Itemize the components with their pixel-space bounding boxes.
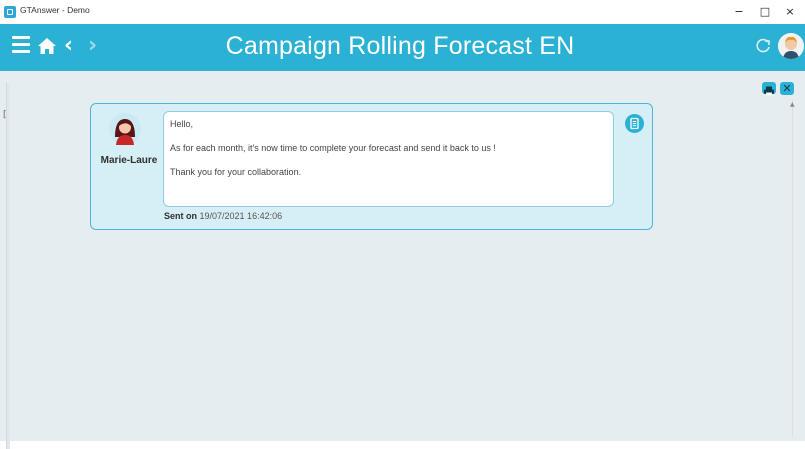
left-panel-mark: [: [3, 110, 7, 120]
refresh-icon[interactable]: [754, 37, 772, 55]
home-icon[interactable]: [37, 37, 57, 55]
main-content: [ ✕ ▲ Marie-Laure Hello, As for each mon…: [0, 71, 805, 449]
app-logo-icon: [4, 6, 16, 18]
window-titlebar: GTAnswer - Demo − □ ×: [0, 0, 805, 25]
back-icon[interactable]: ‹: [64, 33, 73, 59]
sender-name: Marie-Laure: [100, 155, 158, 166]
close-window-button[interactable]: ×: [775, 0, 805, 24]
left-panel-edge: [6, 83, 10, 449]
window-title: GTAnswer - Demo: [20, 5, 90, 15]
sent-date: 19/07/2021 16:42:06: [199, 211, 283, 221]
message-card: Marie-Laure Hello, As for each month, it…: [90, 103, 653, 230]
message-line: Hello,: [170, 119, 194, 129]
vertical-scrollbar[interactable]: [792, 100, 799, 437]
user-avatar[interactable]: [778, 33, 804, 59]
forward-icon[interactable]: ›: [88, 33, 97, 59]
sender-avatar: [109, 113, 141, 145]
message-body: Hello, As for each month, it's now time …: [163, 111, 614, 207]
print-icon[interactable]: [762, 82, 776, 96]
page-title: Campaign Rolling Forecast EN: [225, 32, 575, 60]
sent-label: Sent on: [164, 211, 197, 221]
menu-icon[interactable]: [12, 36, 30, 54]
message-line: As for each month, it's now time to comp…: [170, 143, 496, 153]
close-icon[interactable]: ✕: [780, 82, 794, 95]
app-header: ‹ › Campaign Rolling Forecast EN: [0, 24, 805, 71]
sent-timestamp: Sent on 19/07/2021 16:42:06: [164, 211, 282, 221]
message-line: Thank you for your collaboration.: [170, 167, 302, 177]
scroll-up-icon[interactable]: ▲: [790, 101, 795, 108]
document-icon[interactable]: [625, 114, 644, 133]
